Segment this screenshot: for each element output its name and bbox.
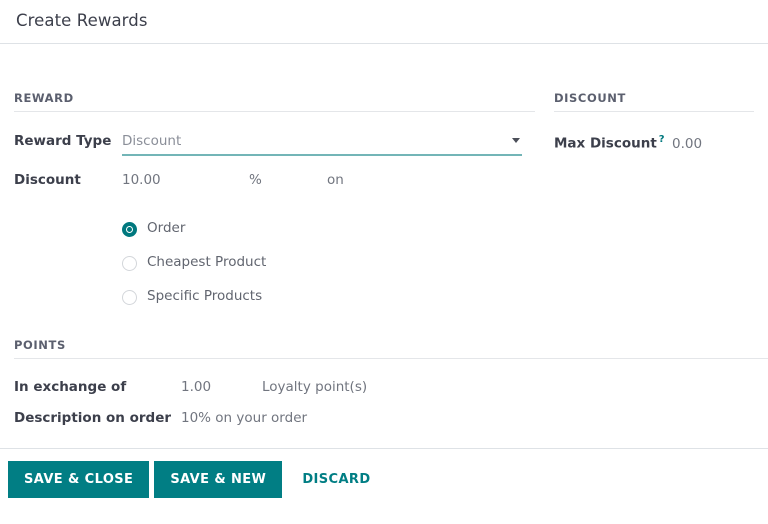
dialog-header: Create Rewards [0,0,768,44]
chevron-down-icon [512,138,520,143]
radio-selected-icon [122,221,137,237]
discard-button[interactable]: DISCARD [292,461,380,498]
max-discount-input[interactable]: 0.00 [672,134,702,154]
field-row-max-discount: Max Discount? 0.00 [554,130,754,154]
save-and-new-button[interactable]: SAVE & NEW [154,460,283,498]
discount-column: DISCOUNT Max Discount? 0.00 [540,91,754,314]
help-icon[interactable]: ? [659,134,665,145]
radio-unselected-icon [122,255,137,271]
save-and-close-button[interactable]: SAVE & CLOSE [8,460,150,498]
loyalty-points-unit-label: Loyalty point(s) [262,379,368,395]
field-row-in-exchange-of: In exchange of 1.00 Loyalty point(s) [14,377,768,397]
max-discount-label-text: Max Discount [554,135,657,152]
discount-applies-to-word: on [327,172,344,188]
reward-column: REWARD Reward Type Discount Discount 10.… [0,91,540,314]
radio-option-order[interactable]: Order [122,212,540,246]
max-discount-label: Max Discount? [554,130,672,154]
section-title-discount: DISCOUNT [554,91,754,112]
description-on-order-input[interactable]: 10% on your order [181,408,307,428]
discount-inline-cells: 10.00 % on [122,170,407,190]
reward-type-value: Discount [122,133,182,149]
radio-label-specific-products: Specific Products [147,288,263,305]
radio-option-cheapest-product[interactable]: Cheapest Product [122,246,540,280]
reward-type-label: Reward Type [14,133,112,149]
radio-label-cheapest-product: Cheapest Product [147,254,267,271]
discount-unit-label: % [249,172,262,188]
reward-type-select[interactable]: Discount [122,130,522,156]
field-row-discount: Discount 10.00 % on [14,170,540,190]
in-exchange-of-input[interactable]: 1.00 [181,377,262,397]
section-title-reward: REWARD [14,91,535,112]
page-title: Create Rewards [16,11,148,31]
form-columns: REWARD Reward Type Discount Discount 10.… [0,91,768,314]
discount-amount-input[interactable]: 10.00 [122,170,249,190]
dialog-body: REWARD Reward Type Discount Discount 10.… [0,91,768,509]
radio-unselected-icon [122,289,137,305]
radio-label-order: Order [147,220,186,237]
discount-label: Discount [14,172,81,188]
field-row-reward-type: Reward Type Discount [14,130,540,156]
field-row-description-on-order: Description on order 10% on your order [14,408,768,428]
section-title-points: POINTS [14,338,768,359]
description-on-order-label: Description on order [14,410,172,426]
radio-option-specific-products[interactable]: Specific Products [122,280,540,314]
applies-to-radio-group: Order Cheapest Product Specific Products [14,212,540,314]
points-section: POINTS In exchange of 1.00 Loyalty point… [0,338,768,428]
dialog-footer: SAVE & CLOSE SAVE & NEW DISCARD [0,448,768,509]
in-exchange-of-label: In exchange of [14,379,127,395]
